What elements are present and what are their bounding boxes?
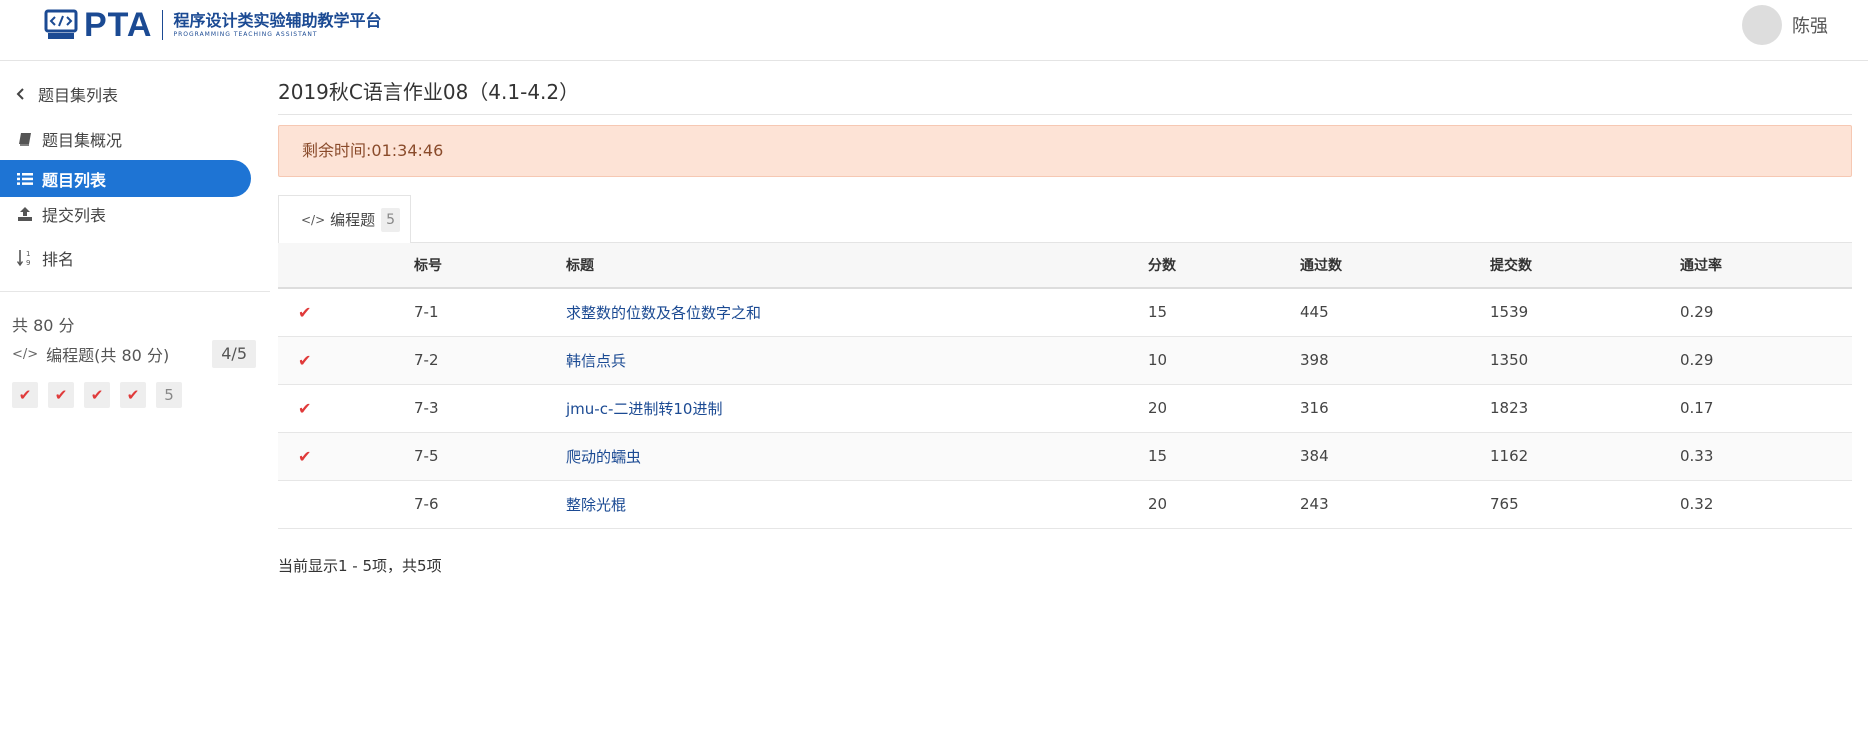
- table-row[interactable]: 7-6 整除光棍 20 243 765 0.32: [278, 480, 1852, 529]
- remaining-time-alert: 剩余时间:01:34:46: [278, 125, 1852, 177]
- check-icon: ✔: [298, 446, 312, 466]
- problem-pass-rate: 0.29: [1680, 288, 1852, 337]
- problem-pass-rate: 0.29: [1680, 336, 1852, 385]
- check-icon: ✔: [298, 302, 312, 322]
- page-title: 2019秋C语言作业08（4.1-4.2）: [278, 80, 580, 104]
- problem-pass-rate: 0.33: [1680, 432, 1852, 481]
- problem-submit-count: 1350: [1490, 336, 1680, 385]
- col-header-passed[interactable]: 通过数: [1300, 243, 1490, 289]
- sidebar-item-overview[interactable]: 题目集概况: [16, 121, 122, 157]
- problem-status-passed[interactable]: ✔: [48, 382, 74, 408]
- sidebar-item-label: 排名: [42, 250, 75, 269]
- problem-pass-count: 384: [1300, 432, 1490, 481]
- check-icon: ✔: [298, 398, 312, 418]
- problem-title-link[interactable]: 韩信点兵: [566, 352, 626, 370]
- user-menu[interactable]: 陈强: [1742, 5, 1828, 45]
- problem-pass-rate: 0.17: [1680, 384, 1852, 433]
- code-icon: </>: [301, 212, 326, 227]
- problem-pass-rate: 0.32: [1680, 480, 1852, 529]
- avatar[interactable]: [1742, 5, 1782, 45]
- problem-progress-list: ✔ ✔ ✔ ✔ 5: [12, 382, 182, 408]
- svg-text:9: 9: [26, 259, 30, 267]
- table-row[interactable]: ✔ 7-1 求整数的位数及各位数字之和 15 445 1539 0.29: [278, 288, 1852, 337]
- chevron-left-icon: [12, 85, 30, 103]
- table-header-row: 标号 标题 分数 通过数 提交数 通过率: [278, 243, 1852, 289]
- code-icon: </>: [12, 346, 39, 362]
- col-header-submitted[interactable]: 提交数: [1490, 243, 1680, 289]
- pagination-info: 当前显示1 - 5项，共5项: [278, 557, 442, 575]
- problem-score: 15: [1148, 288, 1300, 337]
- logo-chinese-name: 程序设计类实验辅助教学平台: [173, 11, 382, 30]
- logo-divider: [162, 10, 164, 40]
- category-label: 编程题(共 80 分): [46, 346, 170, 365]
- category-score-row: </> 编程题(共 80 分) 4/5: [12, 340, 256, 368]
- col-header-status: [278, 243, 414, 289]
- logo-monitor-icon: [44, 9, 78, 39]
- tab-label: 编程题: [330, 211, 376, 229]
- col-header-title[interactable]: 标题: [566, 243, 1148, 289]
- table-row[interactable]: ✔ 7-5 爬动的蠕虫 15 384 1162 0.33: [278, 432, 1852, 481]
- col-header-score[interactable]: 分数: [1148, 243, 1300, 289]
- problem-title-link[interactable]: jmu-c-二进制转10进制: [566, 400, 722, 418]
- problem-title-link[interactable]: 整除光棍: [566, 496, 626, 514]
- table-row[interactable]: ✔ 7-3 jmu-c-二进制转10进制 20 316 1823 0.17: [278, 384, 1852, 433]
- svg-text:1: 1: [26, 250, 30, 258]
- sort-numeric-icon: 19: [16, 249, 34, 267]
- category-progress-badge: 4/5: [212, 340, 256, 368]
- problem-score: 20: [1148, 384, 1300, 433]
- sidebar: 题目集列表 题目集概况 题目列表 提交列表 19 排名 共 80 分 </> 编…: [0, 62, 270, 746]
- problem-status-passed[interactable]: ✔: [84, 382, 110, 408]
- logo-english-name: PROGRAMMING TEACHING ASSISTANT: [173, 31, 318, 38]
- sidebar-item-ranking[interactable]: 19 排名: [16, 240, 74, 276]
- sidebar-divider: [0, 291, 270, 292]
- problem-status-passed[interactable]: ✔: [12, 382, 38, 408]
- problem-pass-count: 316: [1300, 384, 1490, 433]
- problem-score: 10: [1148, 336, 1300, 385]
- col-header-number[interactable]: 标号: [414, 243, 566, 289]
- problem-title-link[interactable]: 求整数的位数及各位数字之和: [566, 304, 761, 322]
- problem-pass-count: 243: [1300, 480, 1490, 529]
- title-divider: [278, 114, 1852, 115]
- problem-status-passed[interactable]: ✔: [120, 382, 146, 408]
- col-header-pass-rate[interactable]: 通过率: [1680, 243, 1852, 289]
- book-icon: [16, 130, 34, 148]
- problem-number: 7-1: [414, 288, 566, 337]
- problem-submit-count: 1162: [1490, 432, 1680, 481]
- problem-score: 20: [1148, 480, 1300, 529]
- problem-submit-count: 765: [1490, 480, 1680, 529]
- problem-pass-count: 398: [1300, 336, 1490, 385]
- sidebar-item-label: 提交列表: [42, 206, 107, 225]
- back-label: 题目集列表: [38, 86, 119, 105]
- list-icon: [16, 170, 34, 188]
- problem-status-pending[interactable]: 5: [156, 382, 182, 408]
- check-icon: ✔: [298, 350, 312, 370]
- tab-count-badge: 5: [381, 207, 401, 232]
- problem-number: 7-3: [414, 384, 566, 433]
- sidebar-item-problem-list[interactable]: 题目列表: [0, 160, 251, 197]
- back-to-problem-sets-link[interactable]: 题目集列表: [12, 76, 118, 112]
- problem-submit-count: 1823: [1490, 384, 1680, 433]
- tab-programming[interactable]: </> 编程题 5: [278, 195, 411, 243]
- problem-submit-count: 1539: [1490, 288, 1680, 337]
- table-row[interactable]: ✔ 7-2 韩信点兵 10 398 1350 0.29: [278, 336, 1852, 385]
- problem-pass-count: 445: [1300, 288, 1490, 337]
- sidebar-item-label: 题目列表: [42, 170, 107, 190]
- sidebar-item-label: 题目集概况: [42, 131, 123, 150]
- user-name[interactable]: 陈强: [1792, 12, 1828, 38]
- top-header: PTA 程序设计类实验辅助教学平台 PROGRAMMING TEACHING A…: [0, 0, 1868, 61]
- sidebar-item-submissions[interactable]: 提交列表: [16, 196, 106, 232]
- upload-icon: [16, 205, 34, 223]
- pta-logo[interactable]: PTA 程序设计类实验辅助教学平台 PROGRAMMING TEACHING A…: [44, 8, 382, 42]
- problem-table: 标号 标题 分数 通过数 提交数 通过率 ✔ 7-1 求整数的位数及各位数字之和…: [278, 243, 1852, 529]
- problem-number: 7-2: [414, 336, 566, 385]
- problem-number: 7-5: [414, 432, 566, 481]
- problem-title-link[interactable]: 爬动的蠕虫: [566, 448, 641, 466]
- logo-text: PTA: [84, 6, 153, 44]
- problem-score: 15: [1148, 432, 1300, 481]
- problem-number: 7-6: [414, 480, 566, 529]
- total-score: 共 80 分: [12, 316, 75, 335]
